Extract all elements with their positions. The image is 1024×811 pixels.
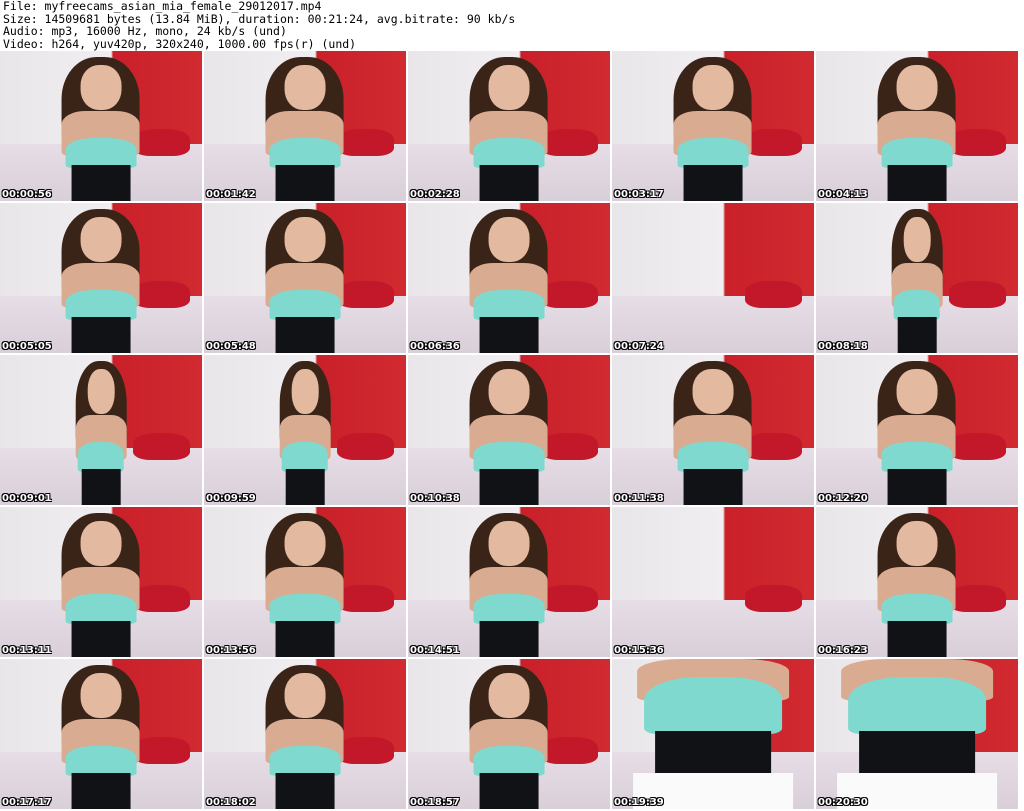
thumbnail: 00:16:23 bbox=[816, 507, 1018, 657]
thumbnail: 00:13:56 bbox=[204, 507, 406, 657]
thumbnail: 00:18:57 bbox=[408, 659, 610, 809]
thumbnail: 00:11:38 bbox=[612, 355, 814, 505]
thumbnail: 00:04:13 bbox=[816, 51, 1018, 201]
timestamp-label: 00:16:23 bbox=[818, 645, 868, 656]
timestamp-label: 00:03:17 bbox=[614, 189, 664, 200]
thumbnail: 00:05:48 bbox=[204, 203, 406, 353]
thumbnail: 00:12:20 bbox=[816, 355, 1018, 505]
timestamp-label: 00:15:36 bbox=[614, 645, 664, 656]
file-name-line: File: myfreecams_asian_mia_female_290120… bbox=[3, 0, 322, 13]
timestamp-label: 00:10:38 bbox=[410, 493, 460, 504]
timestamp-label: 00:17:17 bbox=[2, 797, 52, 808]
thumbnail: 00:17:17 bbox=[0, 659, 202, 809]
timestamp-label: 00:06:36 bbox=[410, 341, 460, 352]
timestamp-label: 00:20:30 bbox=[818, 797, 868, 808]
timestamp-label: 00:09:01 bbox=[2, 493, 52, 504]
thumbnail: 00:14:51 bbox=[408, 507, 610, 657]
thumbnail: 00:10:38 bbox=[408, 355, 610, 505]
timestamp-label: 00:12:20 bbox=[818, 493, 868, 504]
timestamp-label: 00:04:13 bbox=[818, 189, 868, 200]
timestamp-label: 00:02:28 bbox=[410, 189, 460, 200]
thumbnail: 00:09:59 bbox=[204, 355, 406, 505]
timestamp-label: 00:00:56 bbox=[2, 189, 52, 200]
timestamp-label: 00:09:59 bbox=[206, 493, 256, 504]
thumbnail: 00:05:05 bbox=[0, 203, 202, 353]
thumbnail: 00:00:56 bbox=[0, 51, 202, 201]
thumbnail: 00:15:36 bbox=[612, 507, 814, 657]
thumbnail: 00:03:17 bbox=[612, 51, 814, 201]
audio-info-line: Audio: mp3, 16000 Hz, mono, 24 kb/s (und… bbox=[3, 24, 287, 38]
video-info-line: Video: h264, yuv420p, 320x240, 1000.00 f… bbox=[3, 36, 357, 51]
thumbnail: 00:02:28 bbox=[408, 51, 610, 201]
thumbnail: 00:13:11 bbox=[0, 507, 202, 657]
thumbnail: 00:06:36 bbox=[408, 203, 610, 353]
thumbnail: 00:01:42 bbox=[204, 51, 406, 201]
timestamp-label: 00:13:11 bbox=[2, 645, 52, 656]
timestamp-label: 00:13:56 bbox=[206, 645, 256, 656]
timestamp-label: 00:11:38 bbox=[614, 493, 664, 504]
thumbnail: 00:09:01 bbox=[0, 355, 202, 505]
thumbnail: 00:18:02 bbox=[204, 659, 406, 809]
timestamp-label: 00:14:51 bbox=[410, 645, 460, 656]
timestamp-label: 00:05:48 bbox=[206, 341, 256, 352]
file-info-header: File: myfreecams_asian_mia_female_290120… bbox=[3, 0, 1021, 50]
thumbnail: 00:07:24 bbox=[612, 203, 814, 353]
timestamp-label: 00:07:24 bbox=[614, 341, 664, 352]
timestamp-label: 00:05:05 bbox=[2, 341, 52, 352]
timestamp-label: 00:01:42 bbox=[206, 189, 256, 200]
thumbnail: 00:19:39 bbox=[612, 659, 814, 809]
thumbnail-grid: 00:00:56 00:01:42 00:02:28 00:03:17 00:0… bbox=[0, 51, 1018, 809]
thumbnail: 00:20:30 bbox=[816, 659, 1018, 809]
thumbnail: 00:08:18 bbox=[816, 203, 1018, 353]
timestamp-label: 00:18:57 bbox=[410, 797, 460, 808]
timestamp-label: 00:08:18 bbox=[818, 341, 868, 352]
timestamp-label: 00:18:02 bbox=[206, 797, 256, 808]
timestamp-label: 00:19:39 bbox=[614, 797, 664, 808]
